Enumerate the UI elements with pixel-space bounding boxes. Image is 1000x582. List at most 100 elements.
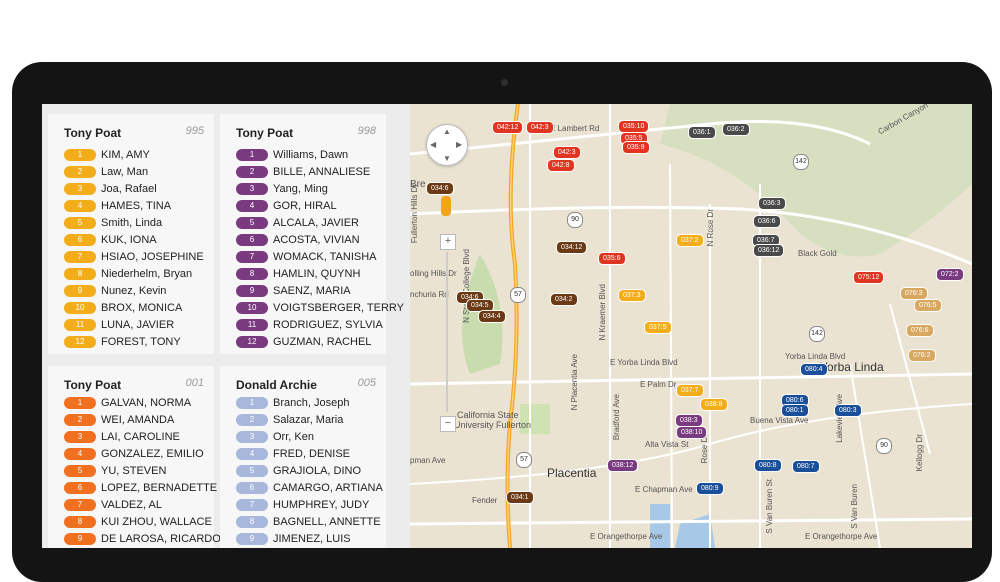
- precinct-marker[interactable]: 036:6: [753, 215, 781, 228]
- precinct-marker[interactable]: 034:1: [506, 491, 534, 504]
- precinct-marker[interactable]: 037:3: [618, 289, 646, 302]
- precinct-marker[interactable]: 037:5: [644, 321, 672, 334]
- voter-name: Branch, Joseph: [273, 397, 350, 409]
- precinct-marker[interactable]: 076:2: [908, 349, 936, 362]
- precinct-marker[interactable]: 036:3: [758, 197, 786, 210]
- precinct-card[interactable]: Donald Archie 005 1 Branch, Joseph 2 Salaz…: [220, 366, 386, 548]
- voter-name: Niederhelm, Bryan: [101, 268, 193, 280]
- street-label: E Lambert Rd: [550, 124, 600, 133]
- card-precinct-number: 995: [185, 125, 204, 137]
- precinct-marker[interactable]: 080:4: [800, 363, 828, 376]
- voter-name: Nunez, Kevin: [101, 285, 167, 297]
- precinct-marker[interactable]: 034:2: [550, 293, 578, 306]
- pan-up-icon[interactable]: ▲: [443, 127, 451, 136]
- street-label: Buena Vista Ave: [750, 416, 809, 425]
- precinct-marker[interactable]: 076:5: [914, 299, 942, 312]
- street-label: E Palm Dr: [640, 380, 677, 389]
- street-label: N Rose Dr: [706, 209, 715, 247]
- route-shield: 90: [876, 438, 892, 454]
- precinct-marker[interactable]: 076:6: [906, 324, 934, 337]
- precinct-marker[interactable]: 035:9: [622, 141, 650, 154]
- precinct-marker[interactable]: 034:6: [426, 182, 454, 195]
- voter-name: KUI ZHOU, WALLACE: [101, 516, 212, 528]
- order-pill: 5: [64, 217, 96, 229]
- precinct-marker[interactable]: 080:3: [834, 404, 862, 417]
- order-pill: 2: [64, 166, 96, 178]
- precinct-marker[interactable]: 037:2: [676, 234, 704, 247]
- precinct-marker[interactable]: 042:12: [492, 121, 524, 134]
- map-view[interactable]: E Lambert Rd Carbon Canyon N Rose Dr N K…: [410, 104, 972, 548]
- order-pill: 4: [64, 200, 96, 212]
- precinct-marker[interactable]: 036:2: [722, 123, 750, 136]
- pan-down-icon[interactable]: ▼: [443, 154, 451, 163]
- precinct-card[interactable]: Tony Poat 998 1 Williams, Dawn 2 BILLE, AN…: [220, 114, 404, 354]
- voter-name: HAMES, TINA: [101, 200, 172, 212]
- pan-right-icon[interactable]: ▶: [456, 140, 462, 149]
- route-shield: 142: [793, 154, 809, 170]
- precinct-marker[interactable]: 034:12: [556, 241, 588, 254]
- precinct-marker[interactable]: 036:1: [688, 126, 716, 139]
- card-walker-name: Tony Poat: [236, 126, 294, 140]
- voter-name: ACOSTA, VIVIAN: [273, 234, 360, 246]
- precinct-marker[interactable]: 038:8: [700, 398, 728, 411]
- card-header: Donald Archie 005: [236, 376, 376, 394]
- pan-control[interactable]: ▲ ▼ ◀ ▶: [426, 124, 468, 166]
- order-pill: 4: [236, 200, 268, 212]
- order-pill: 12: [64, 336, 96, 348]
- map-roads: [410, 104, 972, 548]
- street-label: pman Ave: [410, 456, 446, 465]
- precinct-marker[interactable]: 042:3: [553, 146, 581, 159]
- precinct-marker[interactable]: 072:2: [936, 268, 964, 281]
- order-pill: 5: [236, 465, 268, 477]
- precinct-marker[interactable]: 075:12: [853, 271, 885, 284]
- voter-name: VOIGTSBERGER, TERRY: [273, 302, 405, 314]
- voter-name: LUNA, JAVIER: [101, 319, 175, 331]
- precinct-marker[interactable]: 080:8: [754, 459, 782, 472]
- street-label: Alta Vista St: [645, 440, 689, 449]
- voter-name: JIMENEZ, LUIS: [273, 533, 351, 545]
- precinct-card[interactable]: Tony Poat 001 1 GALVAN, NORMA 2 WEI, AMAND…: [48, 366, 221, 548]
- precinct-marker[interactable]: 038:12: [607, 459, 639, 472]
- street-label: Lakeview Ave: [835, 394, 844, 443]
- street-label: N Kraemer Blvd: [598, 284, 607, 341]
- city-label: Yorba Linda: [820, 360, 884, 374]
- voter-name: WOMACK, TANISHA: [273, 251, 377, 263]
- precinct-marker[interactable]: 035:6: [598, 252, 626, 265]
- zoom-out-button[interactable]: −: [440, 416, 456, 432]
- pan-left-icon[interactable]: ◀: [430, 140, 436, 149]
- voter-name: CAMARGO, ARTIANA: [273, 482, 383, 494]
- voter-name: Salazar, Maria: [273, 414, 344, 426]
- voter-name: FOREST, TONY: [101, 336, 181, 348]
- order-pill: 7: [236, 251, 268, 263]
- order-pill: 7: [64, 251, 96, 263]
- street-label: Fender: [472, 496, 498, 505]
- order-pill: 4: [64, 448, 96, 460]
- zoom-slider-track[interactable]: [446, 252, 448, 412]
- card-walker-name: Donald Archie: [236, 378, 317, 392]
- voter-name: Law, Man: [101, 166, 149, 178]
- city-label: Placentia: [547, 466, 597, 480]
- street-label: Fullerton Hills Dr: [410, 184, 419, 244]
- precinct-marker[interactable]: 034:4: [478, 310, 506, 323]
- camera-icon: [501, 79, 508, 86]
- precinct-marker[interactable]: 036:12: [753, 244, 785, 257]
- precinct-card[interactable]: Tony Poat 995 1 KIM, AMY 2 Law, Man 3 Joa, …: [48, 114, 214, 354]
- order-pill: 7: [64, 499, 96, 511]
- street-label: S Van Buren: [850, 484, 859, 529]
- precinct-marker[interactable]: 080:9: [696, 482, 724, 495]
- precinct-marker[interactable]: 042:3: [526, 121, 554, 134]
- street-view-pegman-icon[interactable]: [441, 196, 451, 216]
- street-label: E Yorba Linda Blvd: [610, 358, 678, 367]
- precinct-marker[interactable]: 080:7: [792, 460, 820, 473]
- precinct-marker[interactable]: 037:7: [676, 384, 704, 397]
- precinct-marker[interactable]: 042:8: [547, 159, 575, 172]
- precinct-marker[interactable]: 080:1: [781, 404, 809, 417]
- voter-name: WEI, AMANDA: [101, 414, 175, 426]
- zoom-in-button[interactable]: +: [440, 234, 456, 250]
- precinct-marker[interactable]: 038:10: [676, 426, 708, 439]
- route-shield: 57: [516, 452, 532, 468]
- poi-label: University Fullerton: [454, 420, 532, 430]
- order-pill: 6: [64, 482, 96, 494]
- voter-name: SAENZ, MARIA: [273, 285, 351, 297]
- voter-name: GALVAN, NORMA: [101, 397, 192, 409]
